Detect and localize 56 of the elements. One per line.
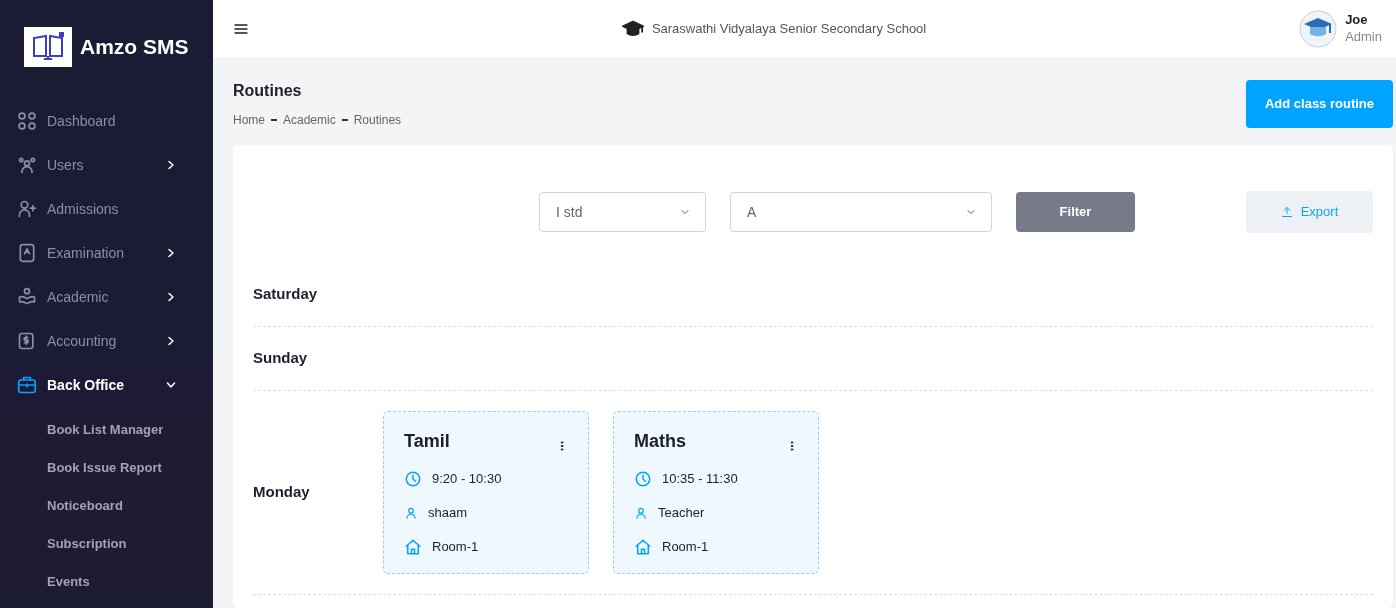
day-label: Sunday: [253, 348, 309, 369]
avatar-icon: [1299, 9, 1338, 48]
teacher-name: Teacher: [658, 504, 705, 523]
house-icon: [634, 538, 652, 556]
brand-name: Amzo SMS: [80, 33, 189, 60]
teacher-name: shaam: [428, 504, 468, 523]
chevron-right-icon: [165, 247, 177, 259]
sidebar-item[interactable]: Academic: [0, 275, 213, 319]
submenu-item[interactable]: Noticeboard: [0, 487, 213, 525]
submenu-item[interactable]: Book List Manager: [0, 411, 213, 449]
breadcrumb-link[interactable]: Academic: [283, 111, 336, 129]
user-role: Admin: [1345, 28, 1382, 46]
sidebar-item[interactable]: Dashboard: [0, 99, 213, 143]
document-icon: [17, 243, 37, 263]
breadcrumb-separator: [341, 119, 348, 121]
breadcrumb-link[interactable]: Routines: [353, 111, 402, 129]
house-icon: [404, 538, 422, 556]
user-plus-icon: [17, 199, 37, 219]
sidebar-item[interactable]: Accounting: [0, 319, 213, 363]
day-label: Monday: [253, 482, 311, 503]
room-name: Room-1: [432, 538, 479, 557]
subject-name: Maths: [634, 430, 686, 453]
briefcase-icon: [17, 375, 37, 395]
submenu-item[interactable]: Book Issue Report: [0, 449, 213, 487]
breadcrumb-link[interactable]: Home: [233, 111, 265, 129]
subject-name: Tamil: [404, 430, 450, 453]
users-icon: [17, 155, 37, 175]
school-name: Saraswathi Vidyalaya Senior Secondary School: [651, 19, 927, 38]
sidebar-item[interactable]: Users: [0, 143, 213, 187]
receipt-edit-icon: [17, 331, 37, 351]
logo-icon: [24, 26, 72, 67]
grid-icon: [17, 111, 37, 131]
upload-icon: [1280, 206, 1293, 218]
user-icon: [404, 506, 418, 520]
time-range: 10:35 - 11:30: [662, 470, 738, 489]
filter-button[interactable]: Filter: [1016, 192, 1135, 232]
sidebar-item[interactable]: Examination: [0, 231, 213, 275]
clock-icon: [634, 470, 652, 488]
person-book-icon: [17, 287, 37, 307]
chevron-right-icon: [165, 335, 177, 347]
chevron-down-icon: [165, 379, 177, 391]
user-icon: [634, 506, 648, 520]
submenu-item[interactable]: Subscription: [0, 525, 213, 563]
time-range: 9:20 - 10:30: [432, 470, 502, 489]
clock-icon: [404, 470, 422, 488]
room-name: Room-1: [662, 538, 709, 557]
day-label: Saturday: [253, 284, 319, 305]
chevron-right-icon: [165, 291, 177, 303]
breadcrumb-separator: [271, 119, 277, 121]
select-field[interactable]: I std: [539, 192, 706, 232]
sidebar-item[interactable]: Admissions: [0, 187, 213, 231]
submenu-item[interactable]: Events: [0, 563, 213, 601]
page-title: Routines: [233, 81, 303, 101]
chevron-right-icon: [165, 159, 177, 171]
select-field[interactable]: A: [730, 192, 992, 232]
user-name: Joe: [1345, 11, 1369, 29]
